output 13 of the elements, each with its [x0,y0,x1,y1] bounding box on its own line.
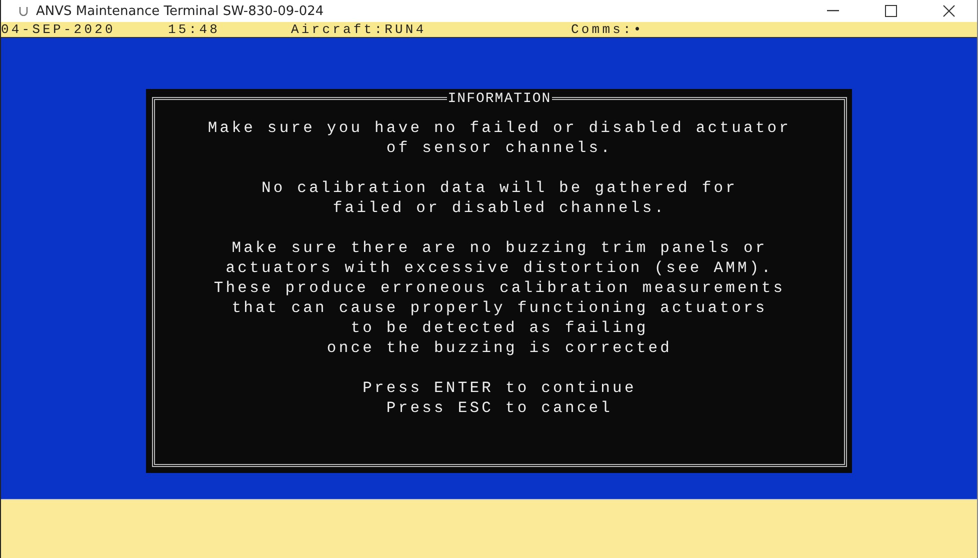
message-paragraph: Make sure there are no buzzing trim panels or actuators with excessive distortion (see AMM). These produce erroneous calibration measurements that can cause properly functioning actuators to be detected as failing once the buzzing is corrected [214,238,786,358]
message-paragraph: Press ENTER to continue Press ESC to cancel [362,378,636,418]
comms-text: Comms:• [571,22,644,37]
message-paragraph: No calibration data will be gathered for failed or disabled channels. [261,178,738,218]
message-paragraph: Make sure you have no failed or disabled actuator of sensor channels. [208,118,792,158]
date-text: 04-SEP-2020 [1,22,116,37]
time-text: 15:48 [168,22,222,37]
aircraft-text: Aircraft:RUN4 [291,22,428,37]
app-icon [19,6,28,16]
minimize-icon[interactable] [827,10,839,12]
close-icon[interactable] [943,5,955,17]
maximize-icon[interactable] [885,5,897,17]
window-title: ANVS Maintenance Terminal SW-830-09-024 [36,4,324,18]
